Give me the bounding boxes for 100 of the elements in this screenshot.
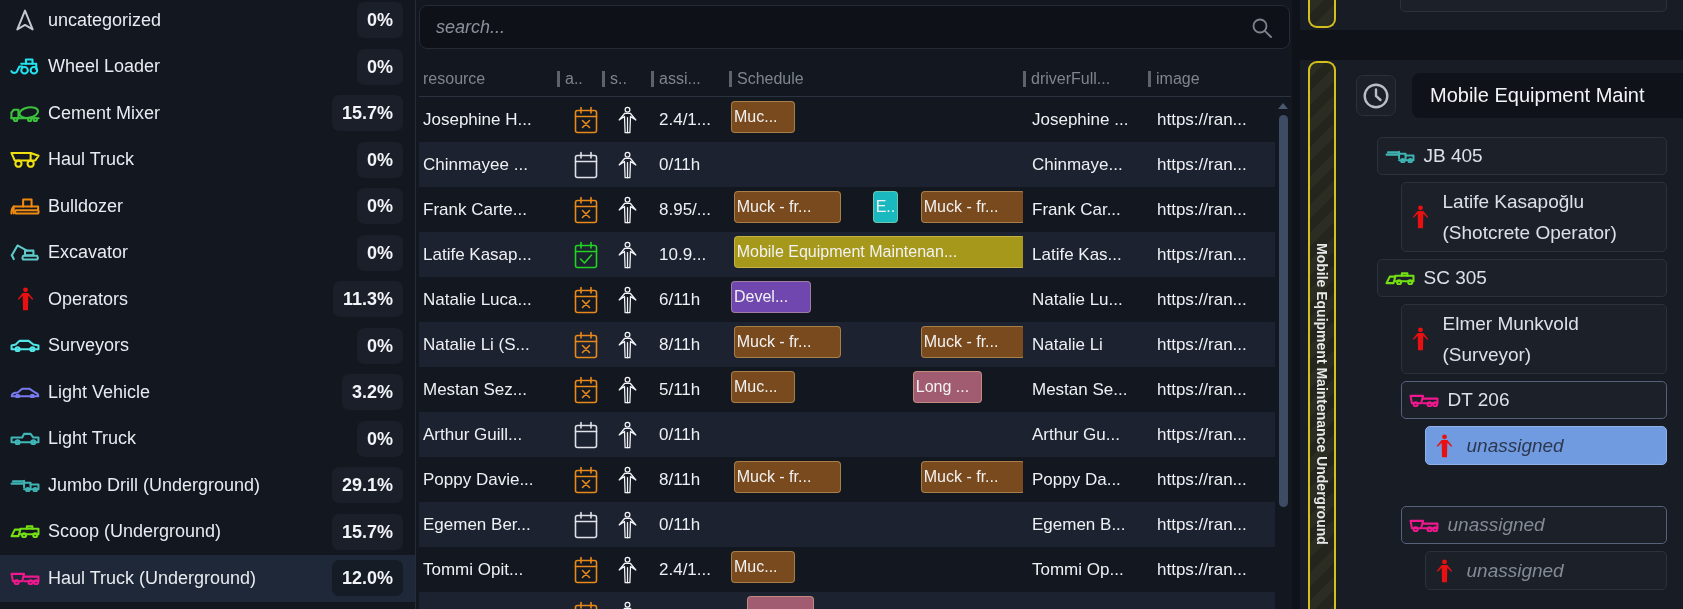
table-row[interactable]: Poppy Davie... 8/11h Muck - fr... Muck - fr... Poppy Da... https://ran... xyxy=(419,457,1275,502)
table-row[interactable]: Chinmayee ... 0/11h Chinmaye... https://ran... xyxy=(419,142,1275,187)
table-cell: Arthur Gu... xyxy=(1032,424,1120,444)
category-item[interactable]: Light Vehicle 3.2% xyxy=(0,369,415,416)
equipment-node[interactable]: unassigned xyxy=(1400,506,1667,544)
table-row[interactable]: Frank Carte... 8.95/... Muck - fr... E.. Muck - fr... Frank Car... https://ran... xyxy=(419,187,1275,232)
calendar-check-icon xyxy=(574,240,598,269)
category-item[interactable]: Haul Truck 0% xyxy=(0,136,415,183)
schedule-bar[interactable]: Muck - fr... xyxy=(920,326,1023,358)
schedule-bar[interactable]: Muc... xyxy=(731,551,796,583)
table-cell: https://ran... xyxy=(1157,424,1247,444)
table-cell: 2.4/1... xyxy=(659,109,711,129)
percent-badge: 0% xyxy=(357,327,403,364)
table-row[interactable]: Tommi Opit... 2.4/1... Muc... Tommi Op... https://ran... xyxy=(419,547,1275,592)
schedule-bar[interactable]: Long ... xyxy=(912,371,983,403)
equipment-node[interactable]: JB 405 xyxy=(1376,137,1667,175)
person-icon xyxy=(618,465,637,494)
calendar-icon xyxy=(574,420,598,449)
table-cell: 0/11h xyxy=(659,154,701,174)
table-cell: Mestan Se... xyxy=(1032,379,1128,399)
person-icon xyxy=(618,285,637,314)
person-icon xyxy=(618,510,637,539)
table-row[interactable]: Josephine H... 2.4/1... Muc... Josephine ... https://ran... xyxy=(419,97,1275,142)
category-item[interactable]: Bulldozer 0% xyxy=(0,183,415,230)
category-item[interactable]: Haul Truck (Underground) 12.0% xyxy=(0,555,415,602)
table-cell: Latife Kasap... xyxy=(423,244,532,264)
category-item[interactable]: Surveyors 0% xyxy=(0,322,415,369)
schedule-bar[interactable]: Muc... xyxy=(731,101,796,133)
table-cell: 0/11h xyxy=(659,424,701,444)
schedule-bar[interactable]: Muck - fr... xyxy=(733,191,841,223)
table-row[interactable]: Natalie Li (S... 8/11h Muck - fr... Muck - fr... Natalie Li https://ran... xyxy=(419,322,1275,367)
schedule-bar[interactable]: Muck - fr... xyxy=(733,326,841,358)
percent-badge: 0% xyxy=(357,48,403,85)
equipment-node[interactable]: DT 206 xyxy=(1400,381,1667,419)
percent-badge: 0% xyxy=(357,234,403,271)
scroll-up-arrow-icon[interactable] xyxy=(1278,103,1288,109)
table-cell: Latife Kas... xyxy=(1032,244,1122,264)
table-cell: Natalie Lu... xyxy=(1032,289,1123,309)
search-icon[interactable] xyxy=(1252,18,1272,38)
schedule-bar[interactable]: Muck - fr... xyxy=(733,461,841,493)
table-row[interactable]: Egemen Ber... 0/11h Egemen B... https://ran... xyxy=(419,502,1275,547)
category-item[interactable]: uncategorized 0% xyxy=(0,0,415,44)
column-header[interactable]: s.. xyxy=(602,62,651,96)
table-row[interactable]: Natalie Luca... 6/11h Devel... Natalie Lu... https://ran... xyxy=(419,277,1275,322)
table-row[interactable]: Mestan Sez... 5/11h Muc... Long ... Mestan Se... https://ran... xyxy=(419,367,1275,412)
person-icon xyxy=(618,375,637,404)
table-cell: Natalie Luca... xyxy=(423,289,532,309)
table-cell: https://ran... xyxy=(1157,109,1247,129)
column-header[interactable]: resource xyxy=(419,62,557,96)
schedule-bar[interactable]: Devel... xyxy=(731,281,812,313)
table-cell: 6/11h xyxy=(659,289,701,309)
operator-node[interactable]: unassigned xyxy=(1424,551,1667,590)
calendar-icon xyxy=(574,150,598,179)
table-cell: 2.4/1... xyxy=(659,559,711,579)
operator-node[interactable]: unassigned xyxy=(1424,426,1667,465)
table-row[interactable]: Latife Kasap... 10.9... Mobile Equipment Maintenan... Latife Kas... https://ran... xyxy=(419,232,1275,277)
table-cell: Egemen B... xyxy=(1032,514,1126,534)
category-item[interactable]: Light Truck 0% xyxy=(0,415,415,462)
table-cell: Arthur Guill... xyxy=(423,424,523,444)
table-cell: https://ran... xyxy=(1157,154,1247,174)
table-cell: Frank Car... xyxy=(1032,199,1121,219)
group-title: Mobile Equipment Maint xyxy=(1412,73,1683,118)
percent-badge: 29.1% xyxy=(331,467,403,504)
calendar-cross-icon xyxy=(574,465,598,494)
equipment-node[interactable]: SC 305 xyxy=(1376,259,1667,297)
category-item[interactable]: Cement Mixer 15.7% xyxy=(0,90,415,137)
schedule-bar[interactable]: Muck - fr... xyxy=(920,461,1023,493)
table-cell: https://ran... xyxy=(1157,379,1247,399)
table-cell: 8/11h xyxy=(659,334,701,354)
scrollbar-thumb[interactable] xyxy=(1278,115,1288,507)
operator-node[interactable]: Latife Kasapoğlu (Shotcrete Operator) xyxy=(1400,182,1667,252)
percent-badge: 0% xyxy=(357,141,403,178)
table-cell: Mestan Sez... xyxy=(423,379,527,399)
group-band xyxy=(1308,0,1336,28)
person-icon xyxy=(618,555,637,584)
category-item[interactable]: Excavator 0% xyxy=(0,229,415,276)
operator-node[interactable]: Elmer Munkvold (Surveyor) xyxy=(1400,304,1667,374)
calendar-cross-icon xyxy=(574,375,598,404)
table-row[interactable]: Arthur Guill... 0/11h Arthur Gu... https://ran... xyxy=(419,412,1275,457)
clock-button[interactable] xyxy=(1355,75,1396,116)
category-item[interactable]: Scoop (Underground) 15.7% xyxy=(0,508,415,555)
column-header[interactable]: Schedule xyxy=(729,62,1023,96)
schedule-bar[interactable]: Muck - fr... xyxy=(920,191,1023,223)
category-item[interactable]: Operators 11.3% xyxy=(0,276,415,323)
table-cell: Poppy Da... xyxy=(1032,469,1121,489)
calendar-cross-icon xyxy=(574,555,598,584)
table-cell: https://ran... xyxy=(1157,514,1247,534)
percent-badge: 15.7% xyxy=(331,513,403,550)
person-icon xyxy=(618,240,637,269)
percent-badge: 12.0% xyxy=(331,560,403,597)
search-field[interactable]: search... xyxy=(419,5,1290,49)
category-item[interactable]: Wheel Loader 0% xyxy=(0,43,415,90)
percent-badge: 0% xyxy=(357,2,403,39)
calendar-cross-icon xyxy=(574,285,598,314)
column-header[interactable]: assi... xyxy=(651,62,729,96)
column-header[interactable]: a.. xyxy=(557,62,602,96)
column-header[interactable]: driverFull... xyxy=(1023,62,1148,96)
category-item[interactable]: Jumbo Drill (Underground) 29.1% xyxy=(0,462,415,509)
column-header[interactable]: image xyxy=(1148,62,1275,96)
schedule-bar[interactable]: Muc... xyxy=(731,371,796,403)
